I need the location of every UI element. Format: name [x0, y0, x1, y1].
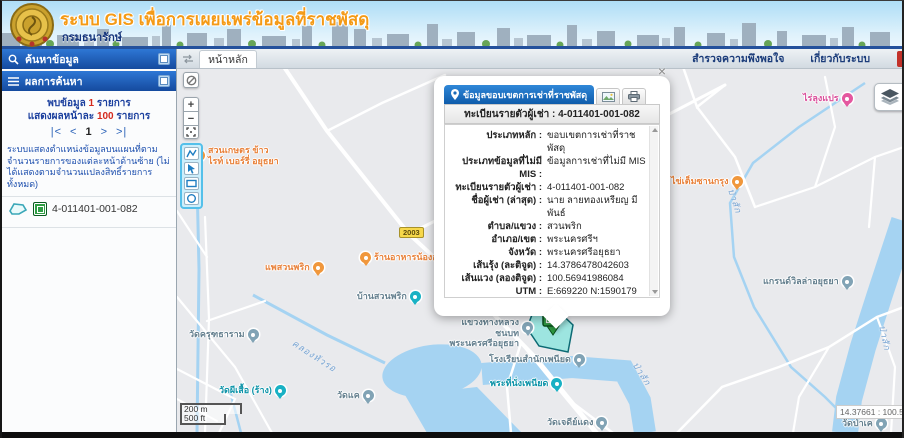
place-pin-icon[interactable]	[410, 291, 421, 302]
place-pin-icon[interactable]	[842, 276, 853, 287]
government-pin-icon[interactable]	[522, 322, 533, 333]
draw-select-button[interactable]	[184, 162, 199, 175]
results-note-text: ระบบแสดงตำแหน่งข้อมูลบนแผนที่ตามจำนวนราย…	[7, 144, 171, 190]
poi-grand-villa: แกรนด์วิลล่าอยุธยา	[763, 276, 853, 287]
image-icon	[602, 92, 615, 102]
temple-pin-icon[interactable]	[876, 418, 887, 429]
poi-farm-lodging: ไร่ลุงแปร	[803, 93, 853, 104]
results-panel-collapse-button[interactable]	[158, 75, 170, 87]
poi-temple-krut: วัดครุฑธาราม	[189, 329, 259, 340]
parcel-polygon-icon	[8, 202, 28, 216]
poi-farm: สวนเกษตร ข้าวไรท์ เบอร์รี่ อยุธยา	[194, 145, 282, 166]
popup-tab-info[interactable]: ข้อมูลขอบเขตการเช่าที่ราชพัสดุ	[444, 85, 594, 104]
page-next-button[interactable]: >	[101, 126, 108, 138]
results-panel-header[interactable]: ผลการค้นหา	[2, 71, 176, 91]
popup-tabs: ข้อมูลขอบเขตการเช่าที่ราชพัสดุ	[444, 86, 660, 105]
popup-scrollbar[interactable]	[649, 126, 658, 296]
cursor-coordinates: 14.37661 : 100.57	[836, 405, 904, 419]
food-pin-icon[interactable]	[360, 252, 371, 263]
draw-tools	[180, 143, 203, 209]
page-current[interactable]: 1	[85, 126, 92, 138]
search-panel-header[interactable]: ค้นหาข้อมูล	[2, 49, 176, 69]
page-prev-button[interactable]: <	[70, 126, 77, 138]
attraction-pin-icon[interactable]	[551, 378, 562, 389]
draw-circle-button[interactable]	[184, 192, 199, 205]
layers-icon	[881, 89, 899, 105]
page-last-button[interactable]: >|	[116, 126, 127, 138]
tab-strip: หน้าหลัก สำรวจความพึงพอใจ เกี่ยวกับระบบ	[177, 49, 904, 69]
poi-restaurant-khai: ไข่เต็มซานกรุง	[671, 176, 743, 187]
layers-button[interactable]	[874, 83, 904, 111]
zoom-in-button[interactable]: +	[183, 97, 199, 111]
print-icon	[628, 91, 640, 102]
school-pin-icon[interactable]	[574, 354, 585, 365]
app-subtitle: กรมธนารักษ์	[62, 28, 122, 46]
window-bottom-frame	[2, 432, 902, 438]
road-shield-2003: 2003	[399, 227, 424, 238]
gis-application-window: ระบบ GIS เพื่อการเผยแพร่ข้อมูลที่ราชพัสด…	[0, 0, 904, 438]
popup-header: ทะเบียนรายตัวผู้เช่า : 4-011401-001-082	[444, 105, 660, 124]
zoom-out-button[interactable]: −	[183, 111, 199, 125]
result-list-item[interactable]: 4-011401-001-082	[2, 197, 176, 221]
results-panel-title: ผลการค้นหา	[25, 73, 83, 90]
poi-temple-chedidaeng: วัดเจดีย์แดง	[547, 417, 607, 428]
pagination: |< <1 > >|	[2, 126, 176, 138]
results-panel-body: พบข้อมูล 1 รายการ แสดงผลหน้าละ 100 รายกา…	[2, 91, 176, 228]
clear-selection-button[interactable]	[183, 72, 199, 88]
nav-about-system[interactable]: เกี่ยวกับระบบ	[810, 50, 870, 67]
app-header: ระบบ GIS เพื่อการเผยแพร่ข้อมูลที่ราชพัสด…	[2, 1, 902, 49]
nav-satisfaction-survey[interactable]: สำรวจความพึงพอใจ	[692, 50, 784, 67]
poi-restaurant: ร้านอาหารน้องอ	[360, 252, 438, 263]
divider	[2, 227, 176, 228]
temple-pin-icon[interactable]	[596, 417, 607, 428]
lodging-pin-icon[interactable]	[842, 93, 853, 104]
poi-homestay: บ้านสวนพริก	[357, 291, 421, 302]
result-item-id: 4-011401-001-082	[52, 203, 138, 215]
sidebar: ค้นหาข้อมูล ผลการค้นหา พบข้อมูล 1 รายการ…	[2, 49, 177, 433]
food-pin-icon[interactable]	[313, 262, 324, 273]
results-count-line: พบข้อมูล 1 รายการ แสดงผลหน้าละ 100 รายกา…	[2, 97, 176, 123]
map-scale-bar: 200 m 500 ft	[180, 403, 242, 425]
poi-highway-district: แขวงทางหลวงชนบท พระนครศรีอยุธยา	[439, 317, 533, 349]
scale-imperial: 500 ft	[180, 414, 226, 425]
results-count: 1	[89, 98, 95, 109]
popup-body: ประเภทหลัก :ขอบเขตการเช่าที่ราชพัสดุ ประ…	[444, 124, 660, 298]
poi-restaurant-raft: แพสวนพริก	[265, 262, 324, 273]
close-icon[interactable]: ×	[658, 63, 666, 79]
feature-info-popup: × ข้อมูลขอบเขตการเช่าที่ราชพัสดุ ทะเบียน…	[434, 76, 670, 316]
treasury-seal-logo	[9, 2, 55, 48]
draw-rectangle-button[interactable]	[184, 177, 199, 190]
poi-elephant-kraal: พระที่นั่งเพนียด	[490, 378, 562, 389]
popup-tab-print[interactable]	[622, 88, 646, 104]
poi-temple-khae: วัดแค	[337, 390, 374, 401]
poi-temple-phisuea: วัดผีเสื้อ (ร้าง)	[219, 385, 286, 396]
edge-widget-sliver[interactable]	[897, 51, 904, 67]
parcel-marker-icon	[33, 202, 47, 216]
per-page-count: 100	[97, 111, 114, 122]
zoom-extent-button[interactable]	[183, 125, 199, 139]
tab-home[interactable]: หน้าหลัก	[199, 50, 257, 68]
menu-icon	[8, 77, 19, 86]
temple-pin-icon[interactable]	[248, 329, 259, 340]
search-panel-collapse-button[interactable]	[158, 53, 170, 65]
pin-icon	[451, 89, 459, 100]
search-panel-title: ค้นหาข้อมูล	[25, 51, 79, 68]
zoom-control: + −	[183, 97, 199, 139]
temple-pin-icon[interactable]	[363, 390, 374, 401]
food-pin-icon[interactable]	[732, 176, 743, 187]
swap-panels-icon[interactable]	[177, 49, 199, 68]
attraction-pin-icon[interactable]	[275, 385, 286, 396]
poi-temple-pakhe: วัดป่าเค	[842, 418, 887, 429]
page-first-button[interactable]: |<	[51, 126, 62, 138]
search-icon	[8, 54, 19, 65]
draw-line-button[interactable]	[184, 147, 199, 160]
poi-school: โรงเรียนสำนักเพนียด	[489, 354, 585, 365]
popup-tab-image[interactable]	[596, 88, 620, 104]
